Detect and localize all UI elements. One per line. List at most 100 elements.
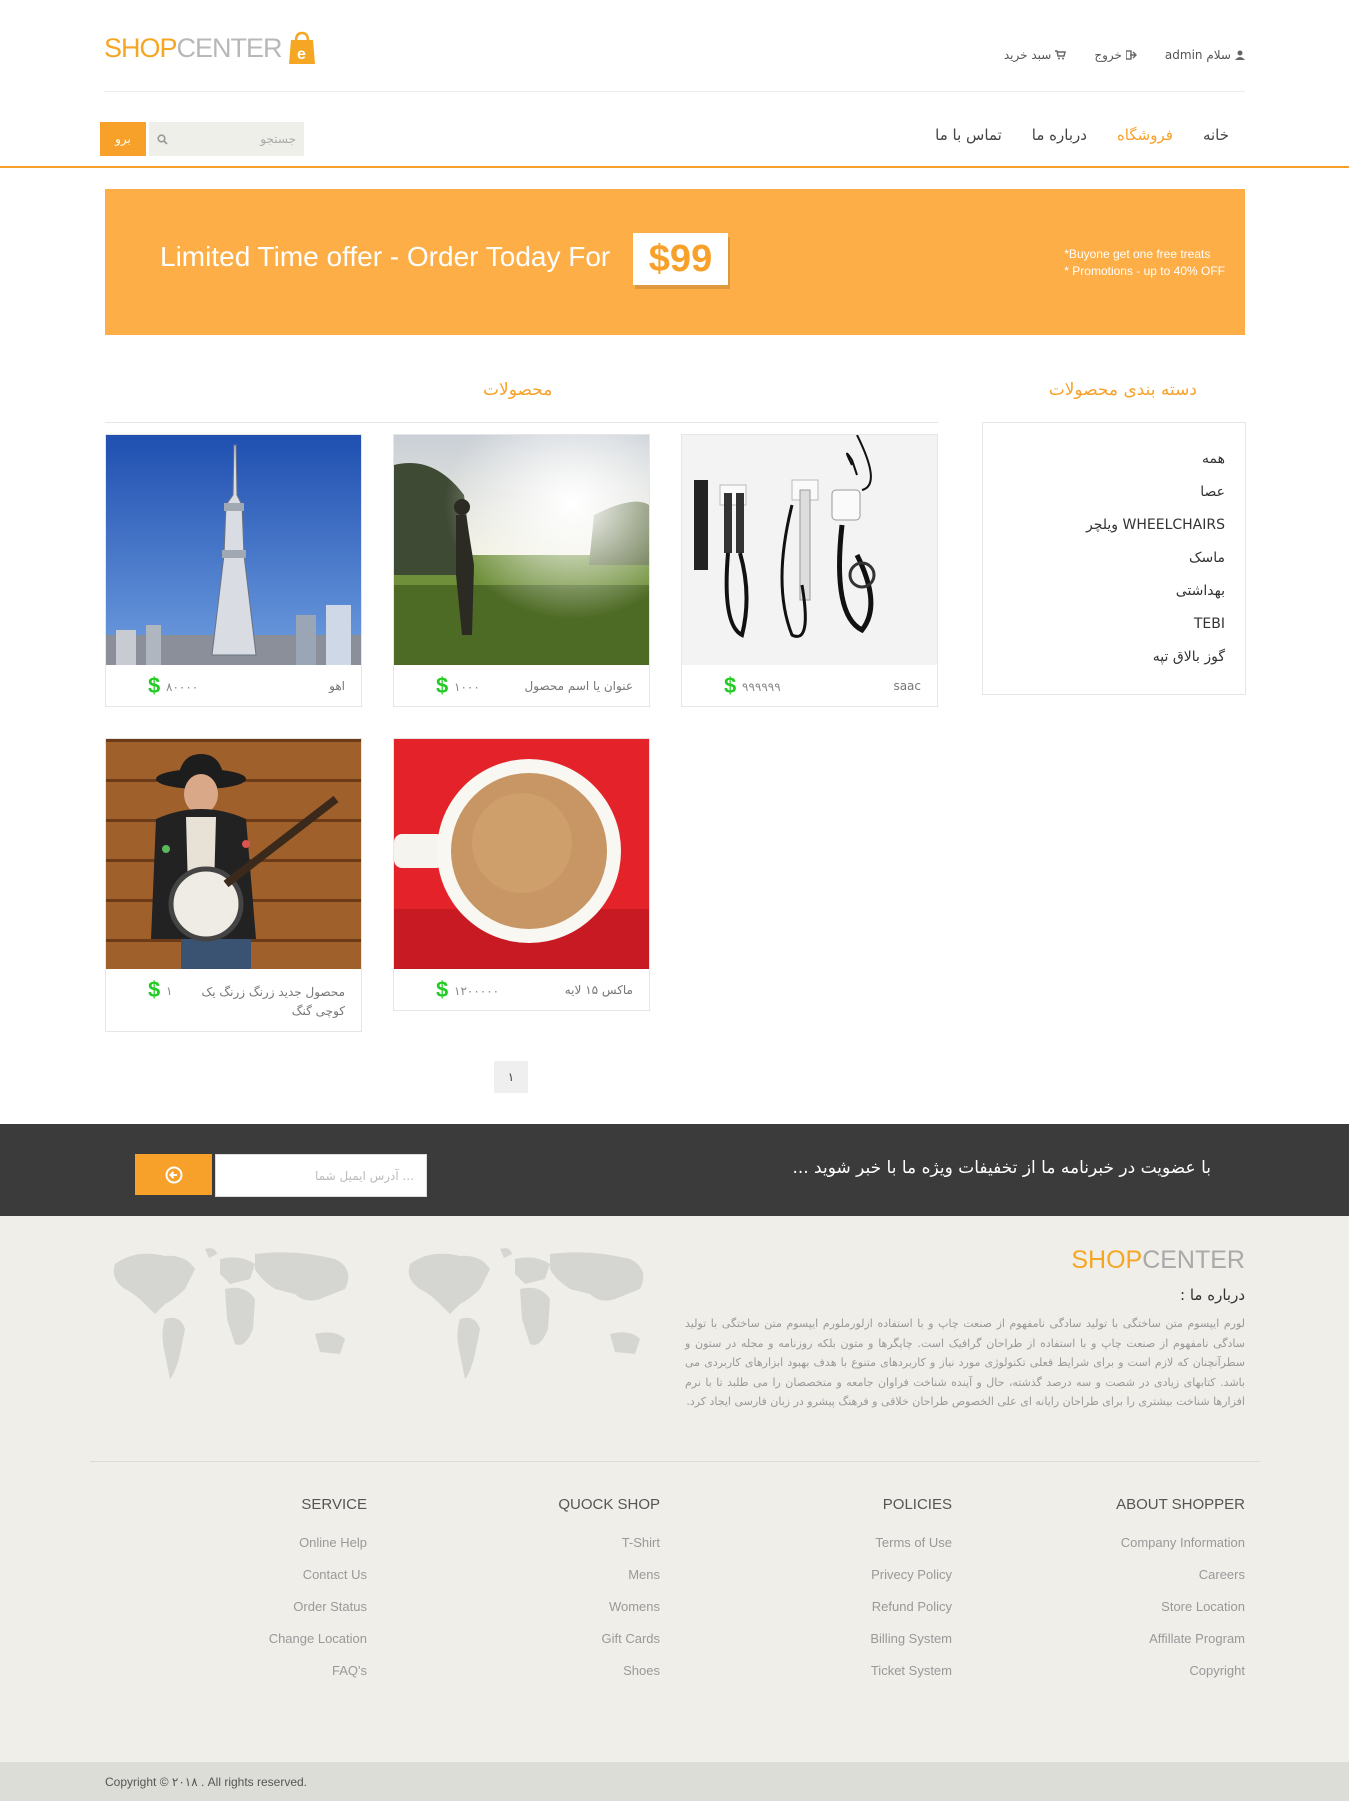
price-dollar-icon: $	[148, 673, 161, 698]
header-divider	[104, 91, 1245, 92]
svg-text:e: e	[297, 46, 306, 63]
footer-link[interactable]: Order Status	[127, 1599, 367, 1631]
footer-link[interactable]: Store Location	[1005, 1599, 1245, 1631]
arrow-circle-icon	[165, 1166, 182, 1183]
greeting-link[interactable]: سلام admin	[1165, 48, 1245, 62]
category-item[interactable]: همه	[1086, 451, 1225, 484]
categories-title: دسته بندی محصولات	[1048, 380, 1197, 400]
footer-divider	[90, 1461, 1260, 1462]
footer-column-about: ABOUT SHOPPER Company Information Career…	[1005, 1496, 1245, 1695]
search-input[interactable]: جستجو	[149, 122, 304, 156]
footer-link[interactable]: T-Shirt	[420, 1535, 660, 1567]
price-dollar-icon: $	[148, 977, 161, 1002]
footer-link[interactable]: FAQ's	[127, 1663, 367, 1695]
logout-label: خروج	[1094, 48, 1122, 62]
category-item[interactable]: بهداشتی	[1086, 583, 1225, 616]
footer-link[interactable]: Ticket System	[712, 1663, 952, 1695]
price-dollar-icon: $	[436, 977, 449, 1002]
footer-link[interactable]: Refund Policy	[712, 1599, 952, 1631]
footer-link[interactable]: Contact Us	[127, 1567, 367, 1599]
banner-price-tag: $99	[633, 233, 728, 285]
product-image-tower[interactable]	[106, 435, 361, 665]
footer-link[interactable]: Affillate Program	[1005, 1631, 1245, 1663]
footer-link[interactable]: Gift Cards	[420, 1631, 660, 1663]
newsletter-email-input[interactable]: آدرس ایمیل شما ...	[215, 1154, 427, 1197]
product-card[interactable]: ماکس ۱۵ لایه $ ۱۲۰۰۰۰۰	[393, 738, 650, 1011]
product-price: ۱۰۰۰	[454, 680, 480, 694]
newsletter-submit-button[interactable]	[135, 1154, 212, 1195]
product-price: ۹۹۹۹۹۹	[742, 680, 781, 694]
category-item[interactable]: ماسک	[1086, 550, 1225, 583]
user-icon	[1235, 50, 1245, 60]
product-image-coffee[interactable]	[394, 739, 649, 969]
footer-logo-center: CENTER	[1142, 1246, 1245, 1274]
product-image-banjo[interactable]	[106, 739, 361, 969]
copyright-bar: Copyright © ۲۰۱۸ . All rights reserved.	[0, 1762, 1349, 1801]
footer-link[interactable]: Online Help	[127, 1535, 367, 1567]
newsletter-bar: با عضویت در خبرنامه ما از تخفیفات ویژه م…	[0, 1124, 1349, 1216]
footer-column-service: SERVICE Online Help Contact Us Order Sta…	[127, 1496, 367, 1695]
nav-about[interactable]: درباره ما	[1032, 126, 1087, 144]
product-card[interactable]: محصول جدید زرنگ زرنگ یک کوچی گنگ $ ۱	[105, 738, 362, 1032]
footer-link[interactable]: Terms of Use	[712, 1535, 952, 1567]
nav-contact[interactable]: تماس با ما	[935, 126, 1002, 144]
category-item[interactable]: گوز بالاق تپه	[1086, 649, 1225, 682]
product-card[interactable]: saac $ ۹۹۹۹۹۹	[681, 434, 938, 707]
product-card[interactable]: اهو $ ۸۰۰۰۰	[105, 434, 362, 707]
footer-column-title: ABOUT SHOPPER	[1116, 1496, 1245, 1513]
banner-headline: Limited Time offer - Order Today For	[160, 241, 611, 272]
categories-panel: همه عصا ویلچر WHEELCHAIRS ماسک بهداشتی T…	[982, 422, 1246, 695]
footer-link[interactable]: Change Location	[127, 1631, 367, 1663]
cart-link[interactable]: سبد خرید	[1003, 48, 1067, 62]
product-name[interactable]: ماکس ۱۵ لایه	[565, 983, 633, 997]
nav-home[interactable]: خانه	[1203, 126, 1229, 144]
product-image-medical[interactable]	[682, 435, 937, 665]
logout-link[interactable]: خروج	[1094, 48, 1137, 62]
product-name[interactable]: محصول جدید زرنگ زرنگ یک کوچی گنگ	[195, 983, 345, 1021]
nav-divider	[0, 166, 1349, 168]
product-name[interactable]: اهو	[329, 679, 345, 693]
price-dollar-icon: $	[724, 673, 737, 698]
search-placeholder: جستجو	[260, 132, 296, 146]
footer-link[interactable]: Shoes	[420, 1663, 660, 1695]
product-image-field[interactable]	[394, 435, 649, 665]
product-price: ۸۰۰۰۰	[166, 680, 199, 694]
product-price: ۱	[166, 984, 173, 998]
search-icon	[157, 133, 168, 145]
nav-shop[interactable]: فروشگاه	[1117, 126, 1173, 144]
search-go-button[interactable]: برو	[100, 122, 146, 156]
pagination-page-1[interactable]: ۱	[494, 1061, 528, 1093]
footer-link[interactable]: Privecy Policy	[712, 1567, 952, 1599]
logo-shop-text: SHOP	[104, 32, 178, 63]
category-item[interactable]: عصا	[1086, 484, 1225, 517]
footer-column-title: QUOCK SHOP	[558, 1496, 660, 1513]
footer-column-policies: POLICIES Terms of Use Privecy Policy Ref…	[712, 1496, 952, 1695]
site-logo[interactable]: SHOP CENTER e	[104, 28, 316, 68]
footer-link[interactable]: Womens	[420, 1599, 660, 1631]
category-item[interactable]: TEBI	[1086, 616, 1225, 649]
world-map-icon	[113, 1248, 349, 1379]
category-item[interactable]: ویلچر WHEELCHAIRS	[1086, 517, 1225, 550]
top-links: سلام admin خروج سبد خرید	[1004, 48, 1245, 62]
product-price: ۱۲۰۰۰۰۰	[454, 984, 500, 998]
product-card[interactable]: عنوان یا اسم محصول $ ۱۰۰۰	[393, 434, 650, 707]
world-map-icon	[408, 1248, 644, 1379]
product-name[interactable]: saac	[893, 679, 921, 693]
footer-link[interactable]: Company Information	[1005, 1535, 1245, 1567]
footer-link[interactable]: Copyright	[1005, 1663, 1245, 1695]
footer-link[interactable]: Careers	[1005, 1567, 1245, 1599]
banner-promo-text: *Buyone get one free treats * Promotions…	[1064, 246, 1225, 280]
promo-banner[interactable]: Limited Time offer - Order Today For $99…	[105, 189, 1245, 335]
footer-about-text: لورم ایپسوم متن ساختگی با تولید سادگی نا…	[685, 1317, 1245, 1408]
newsletter-message: با عضویت در خبرنامه ما از تخفیفات ویژه م…	[792, 1158, 1211, 1178]
footer-logo[interactable]: SHOPCENTER	[1071, 1246, 1245, 1275]
product-name[interactable]: عنوان یا اسم محصول	[525, 679, 633, 693]
price-dollar-icon: $	[436, 673, 449, 698]
footer-link[interactable]: Mens	[420, 1567, 660, 1599]
cart-label: سبد خرید	[1003, 48, 1052, 62]
footer-column-quick-shop: QUOCK SHOP T-Shirt Mens Womens Gift Card…	[420, 1496, 660, 1695]
footer-column-title: SERVICE	[301, 1496, 367, 1513]
footer-link[interactable]: Billing System	[712, 1631, 952, 1663]
promo-line-2: * Promotions - up to 40% OFF	[1064, 264, 1225, 278]
greeting-label: سلام admin	[1164, 48, 1231, 62]
